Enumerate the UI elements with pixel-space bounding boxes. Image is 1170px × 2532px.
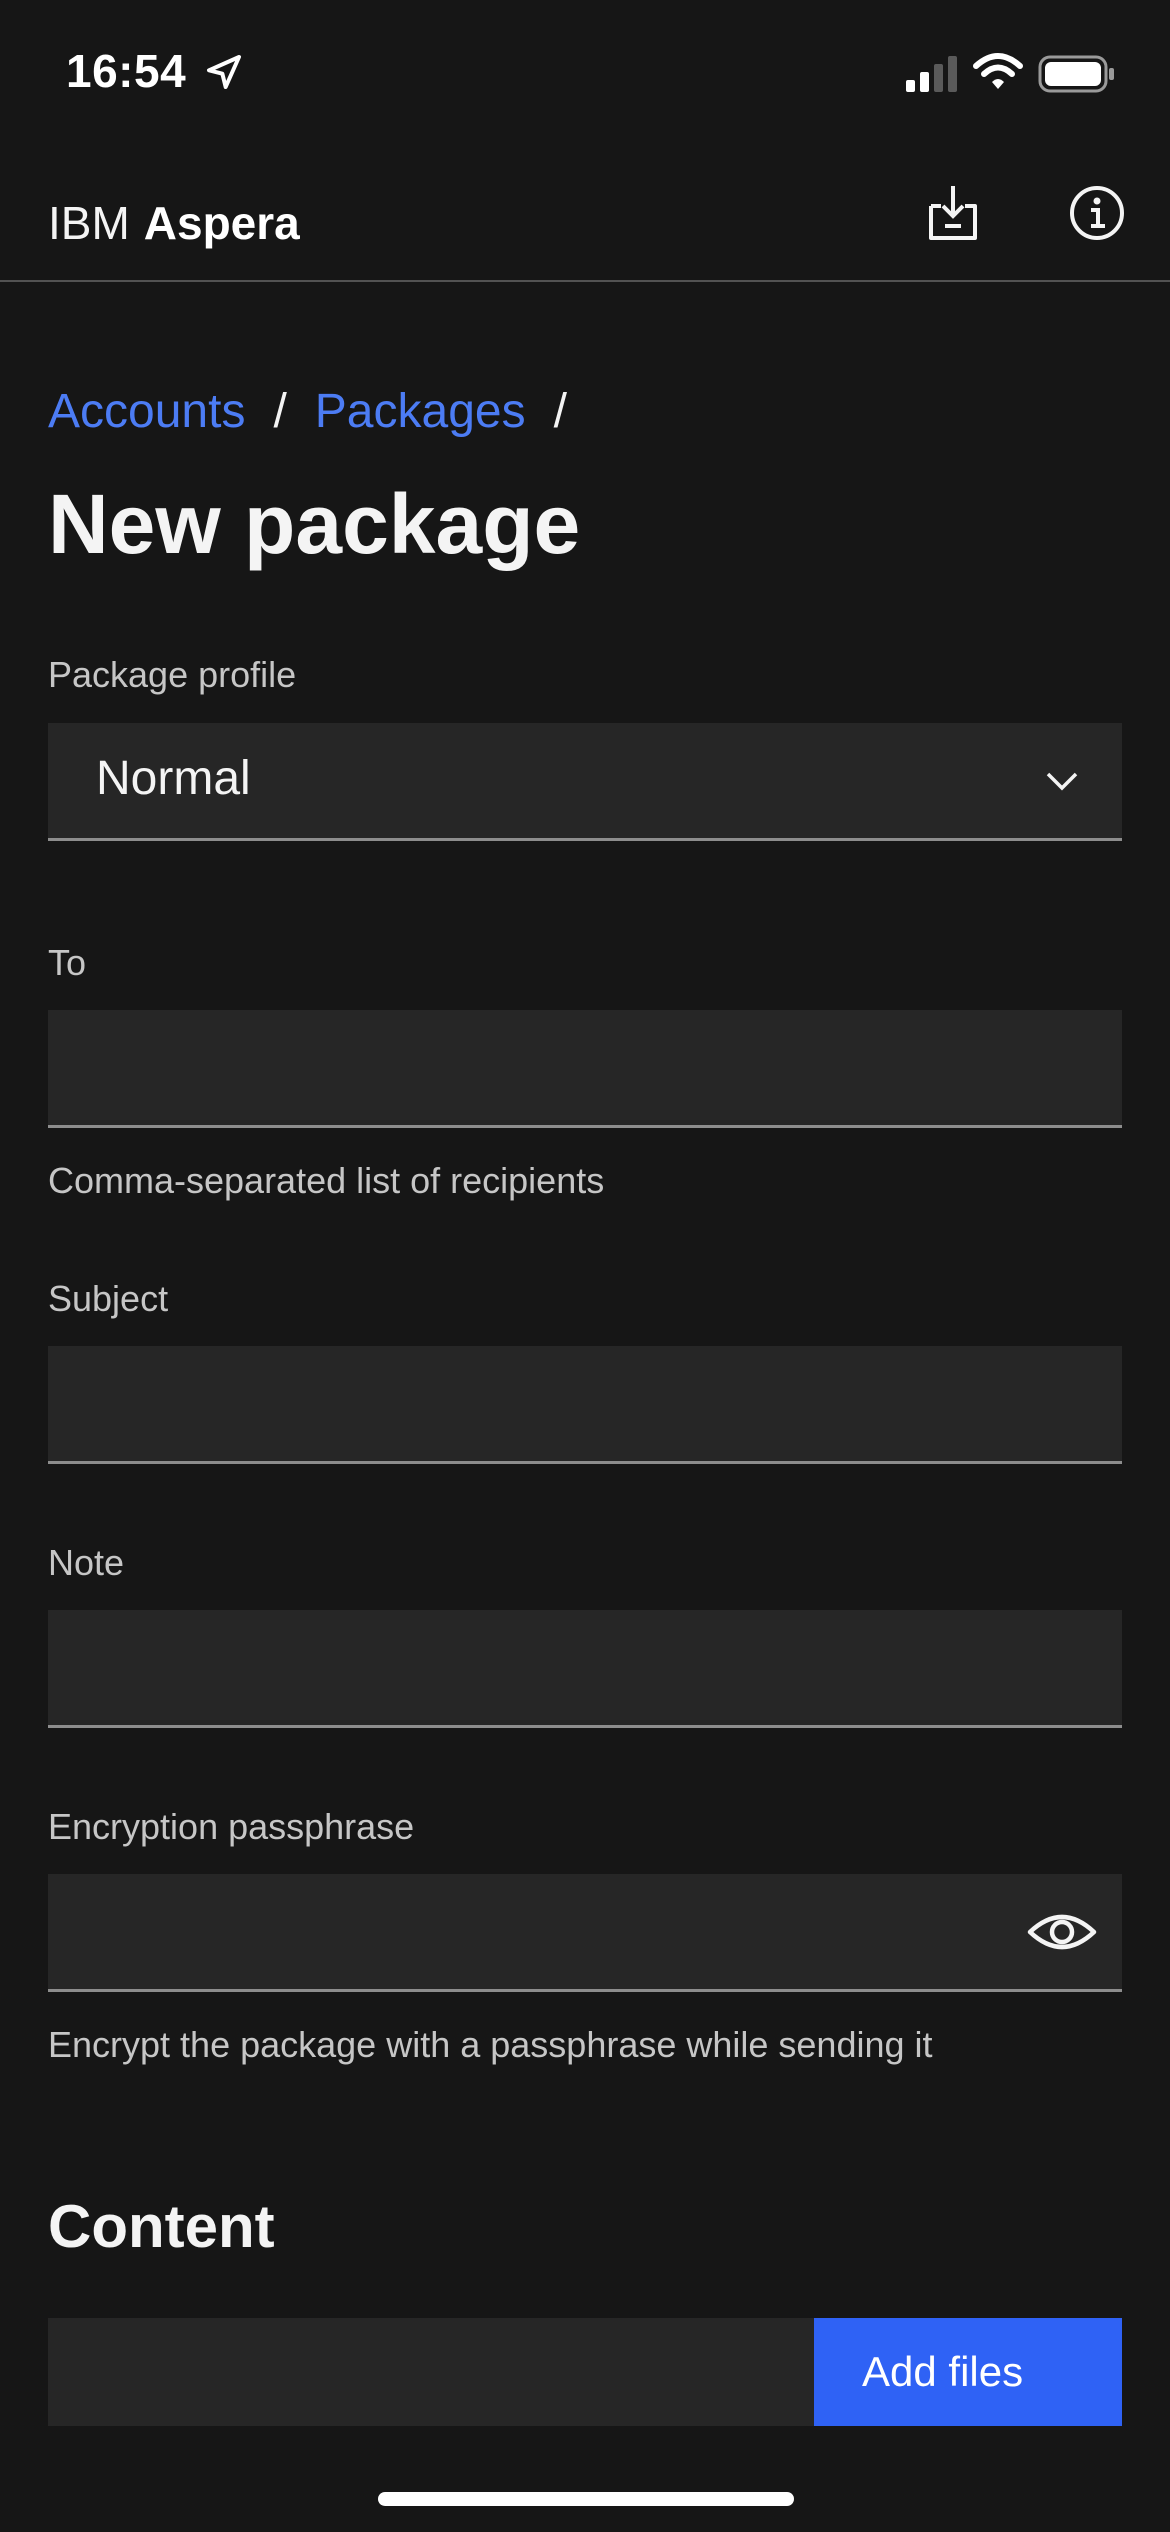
brand-product: Aspera <box>143 197 300 249</box>
status-bar: 16:54 <box>0 0 1170 150</box>
brand-logo: IBM Aspera <box>48 196 300 250</box>
breadcrumb-separator: / <box>553 385 567 438</box>
note-label: Note <box>48 1542 125 1583</box>
app-header: IBM Aspera <box>0 150 1170 282</box>
download-icon <box>929 186 977 240</box>
home-indicator[interactable] <box>378 2492 794 2506</box>
content-section-title: Content <box>48 2193 275 2260</box>
passphrase-label: Encryption passphrase <box>48 1806 415 1847</box>
passphrase-input[interactable] <box>48 1874 1122 1992</box>
page-title: New package <box>48 477 581 571</box>
breadcrumb-separator: / <box>273 385 287 438</box>
to-input[interactable] <box>48 1010 1122 1128</box>
content-drop-area <box>48 2318 814 2426</box>
to-helper-text: Comma-separated list of recipients <box>48 1160 605 1201</box>
passphrase-helper-text: Encrypt the package with a passphrase wh… <box>48 2024 933 2065</box>
downloads-button[interactable] <box>918 178 988 248</box>
brand-company: IBM <box>48 197 130 249</box>
status-time: 16:54 <box>66 45 187 97</box>
note-input[interactable] <box>48 1610 1122 1728</box>
to-label: To <box>48 942 87 983</box>
breadcrumb: Accounts / Packages / <box>48 384 595 439</box>
location-arrow-icon <box>207 55 241 89</box>
wifi-icon <box>973 53 1023 89</box>
breadcrumb-accounts-link[interactable]: Accounts <box>48 384 245 439</box>
info-button[interactable] <box>1062 178 1132 248</box>
info-icon <box>1070 186 1124 240</box>
show-password-eye-icon[interactable] <box>1026 1900 1098 1964</box>
cellular-signal-icon <box>906 56 957 92</box>
subject-input[interactable] <box>48 1346 1122 1464</box>
package-profile-value: Normal <box>96 752 251 805</box>
breadcrumb-packages-link[interactable]: Packages <box>315 384 526 439</box>
chevron-down-icon <box>1046 772 1078 791</box>
package-profile-select[interactable]: Normal <box>48 723 1122 841</box>
subject-label: Subject <box>48 1278 169 1319</box>
package-profile-label: Package profile <box>48 654 297 695</box>
add-files-button[interactable]: Add files <box>814 2318 1122 2426</box>
battery-icon <box>1038 55 1114 93</box>
